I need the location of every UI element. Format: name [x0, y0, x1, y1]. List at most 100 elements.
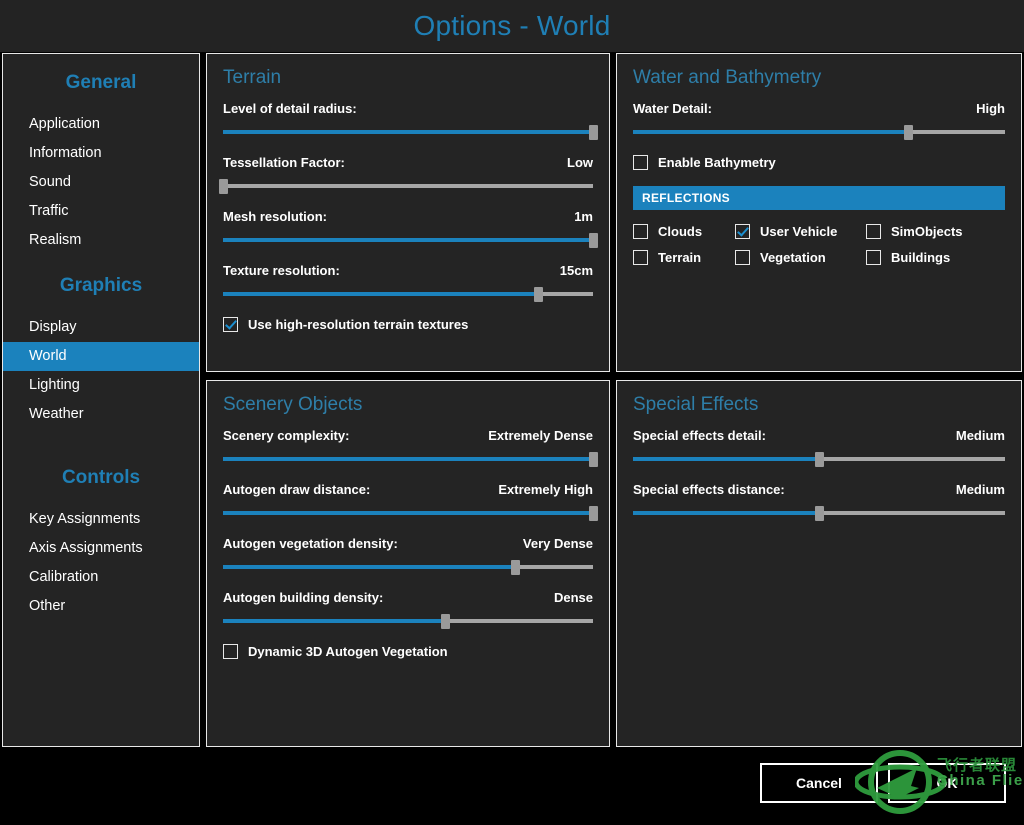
slider-thumb[interactable]	[589, 452, 598, 467]
panel-scenery-objects: Scenery Objects Scenery complexity: Extr…	[206, 380, 610, 747]
checkbox-label-reflection-user-vehicle: User Vehicle	[760, 224, 837, 239]
slider-thumb[interactable]	[589, 125, 598, 140]
checkbox-reflection-terrain[interactable]	[633, 250, 648, 265]
slider-autogen-vegetation-density[interactable]	[223, 560, 593, 574]
cancel-button[interactable]: Cancel	[760, 763, 878, 803]
slider-fill	[223, 511, 593, 515]
checkbox-reflection-vegetation[interactable]	[735, 250, 750, 265]
slider-fill	[223, 565, 515, 569]
checkbox-row-reflection-terrain[interactable]: Terrain	[633, 250, 735, 265]
slider-label-tessellation: Tessellation Factor:	[223, 155, 345, 170]
slider-value-scenery-complexity: Extremely Dense	[488, 428, 593, 443]
checkbox-row-reflection-vegetation[interactable]: Vegetation	[735, 250, 866, 265]
checkbox-label-enable-bathymetry: Enable Bathymetry	[658, 155, 776, 170]
sidebar-item-lighting[interactable]: Lighting	[3, 371, 199, 400]
footer-bar: Cancel OK	[0, 748, 1024, 820]
slider-texture-resolution[interactable]	[223, 287, 593, 301]
ok-button[interactable]: OK	[888, 763, 1006, 803]
slider-thumb[interactable]	[815, 506, 824, 521]
slider-label-row-autogen-building-density: Autogen building density: Dense	[223, 590, 593, 605]
slider-label-row-tessellation: Tessellation Factor: Low	[223, 155, 593, 170]
slider-autogen-building-density[interactable]	[223, 614, 593, 628]
slider-thumb[interactable]	[534, 287, 543, 302]
slider-label-water-detail: Water Detail:	[633, 101, 712, 116]
slider-thumb[interactable]	[589, 506, 598, 521]
section-header-reflections: REFLECTIONS	[633, 186, 1005, 210]
panel-title-terrain: Terrain	[223, 67, 609, 89]
sidebar-item-information[interactable]: Information	[3, 139, 199, 168]
slider-lod-radius[interactable]	[223, 125, 593, 139]
slider-value-autogen-draw-distance: Extremely High	[498, 482, 593, 497]
checkbox-reflection-buildings[interactable]	[866, 250, 881, 265]
slider-mesh-resolution[interactable]	[223, 233, 593, 247]
slider-fill	[223, 292, 538, 296]
slider-label-row-lod-radius: Level of detail radius:	[223, 101, 593, 116]
checkbox-row-reflection-simobjects[interactable]: SimObjects	[866, 224, 1005, 239]
slider-value-special-effects-distance: Medium	[956, 482, 1005, 497]
checkbox-label-reflection-buildings: Buildings	[891, 250, 950, 265]
slider-thumb[interactable]	[904, 125, 913, 140]
page-title: Options - World	[414, 10, 611, 42]
sidebar-item-other[interactable]: Other	[3, 592, 199, 621]
slider-label-autogen-vegetation-density: Autogen vegetation density:	[223, 536, 398, 551]
sidebar-item-realism[interactable]: Realism	[3, 226, 199, 255]
checkbox-row-reflection-user-vehicle[interactable]: User Vehicle	[735, 224, 866, 239]
checkbox-enable-bathymetry[interactable]	[633, 155, 648, 170]
slider-tessellation[interactable]	[223, 179, 593, 193]
slider-fill	[633, 457, 819, 461]
slider-scenery-complexity[interactable]	[223, 452, 593, 466]
sidebar-item-sound[interactable]: Sound	[3, 168, 199, 197]
slider-label-mesh-resolution: Mesh resolution:	[223, 209, 327, 224]
panel-title-water: Water and Bathymetry	[633, 67, 1021, 89]
slider-value-water-detail: High	[976, 101, 1005, 116]
slider-special-effects-distance[interactable]	[633, 506, 1005, 520]
checkbox-label-high-res-terrain-textures: Use high-resolution terrain textures	[248, 317, 468, 332]
checkbox-reflection-clouds[interactable]	[633, 224, 648, 239]
panel-title-special-effects: Special Effects	[633, 394, 1021, 416]
sidebar-item-application[interactable]: Application	[3, 110, 199, 139]
slider-value-special-effects-detail: Medium	[956, 428, 1005, 443]
slider-thumb[interactable]	[589, 233, 598, 248]
checkbox-label-reflection-vegetation: Vegetation	[760, 250, 826, 265]
checkbox-row-enable-bathymetry[interactable]: Enable Bathymetry	[633, 155, 1005, 170]
checkbox-label-reflection-simobjects: SimObjects	[891, 224, 963, 239]
sidebar-item-key-assignments[interactable]: Key Assignments	[3, 505, 199, 534]
sidebar-item-traffic[interactable]: Traffic	[3, 197, 199, 226]
slider-thumb[interactable]	[815, 452, 824, 467]
sidebar: General Application Information Sound Tr…	[2, 53, 200, 747]
slider-thumb[interactable]	[441, 614, 450, 629]
checkbox-label-reflection-clouds: Clouds	[658, 224, 702, 239]
sidebar-item-axis-assignments[interactable]: Axis Assignments	[3, 534, 199, 563]
sidebar-item-world[interactable]: World	[3, 342, 199, 371]
slider-label-scenery-complexity: Scenery complexity:	[223, 428, 349, 443]
sidebar-item-calibration[interactable]: Calibration	[3, 563, 199, 592]
sidebar-item-weather[interactable]: Weather	[3, 400, 199, 429]
sidebar-group-title-graphics: Graphics	[3, 275, 199, 297]
panel-special-effects: Special Effects Special effects detail: …	[616, 380, 1022, 747]
slider-water-detail[interactable]	[633, 125, 1005, 139]
slider-track	[223, 184, 593, 188]
sidebar-item-display[interactable]: Display	[3, 313, 199, 342]
slider-label-special-effects-detail: Special effects detail:	[633, 428, 766, 443]
slider-fill	[633, 130, 908, 134]
checkbox-row-reflection-buildings[interactable]: Buildings	[866, 250, 1005, 265]
slider-label-texture-resolution: Texture resolution:	[223, 263, 340, 278]
checkbox-row-dynamic-3d-autogen-vegetation[interactable]: Dynamic 3D Autogen Vegetation	[223, 644, 593, 659]
checkbox-reflection-simobjects[interactable]	[866, 224, 881, 239]
slider-label-special-effects-distance: Special effects distance:	[633, 482, 785, 497]
slider-value-autogen-building-density: Dense	[554, 590, 593, 605]
checkbox-reflection-user-vehicle[interactable]	[735, 224, 750, 239]
checkbox-row-high-res-terrain-textures[interactable]: Use high-resolution terrain textures	[223, 317, 593, 332]
checkbox-high-res-terrain-textures[interactable]	[223, 317, 238, 332]
slider-thumb[interactable]	[219, 179, 228, 194]
slider-label-row-scenery-complexity: Scenery complexity: Extremely Dense	[223, 428, 593, 443]
slider-fill	[223, 619, 445, 623]
checkbox-row-reflection-clouds[interactable]: Clouds	[633, 224, 735, 239]
slider-thumb[interactable]	[511, 560, 520, 575]
checkbox-dynamic-3d-autogen-vegetation[interactable]	[223, 644, 238, 659]
body-area: General Application Information Sound Tr…	[0, 52, 1024, 768]
slider-special-effects-detail[interactable]	[633, 452, 1005, 466]
slider-autogen-draw-distance[interactable]	[223, 506, 593, 520]
slider-fill	[223, 457, 593, 461]
slider-fill	[633, 511, 819, 515]
